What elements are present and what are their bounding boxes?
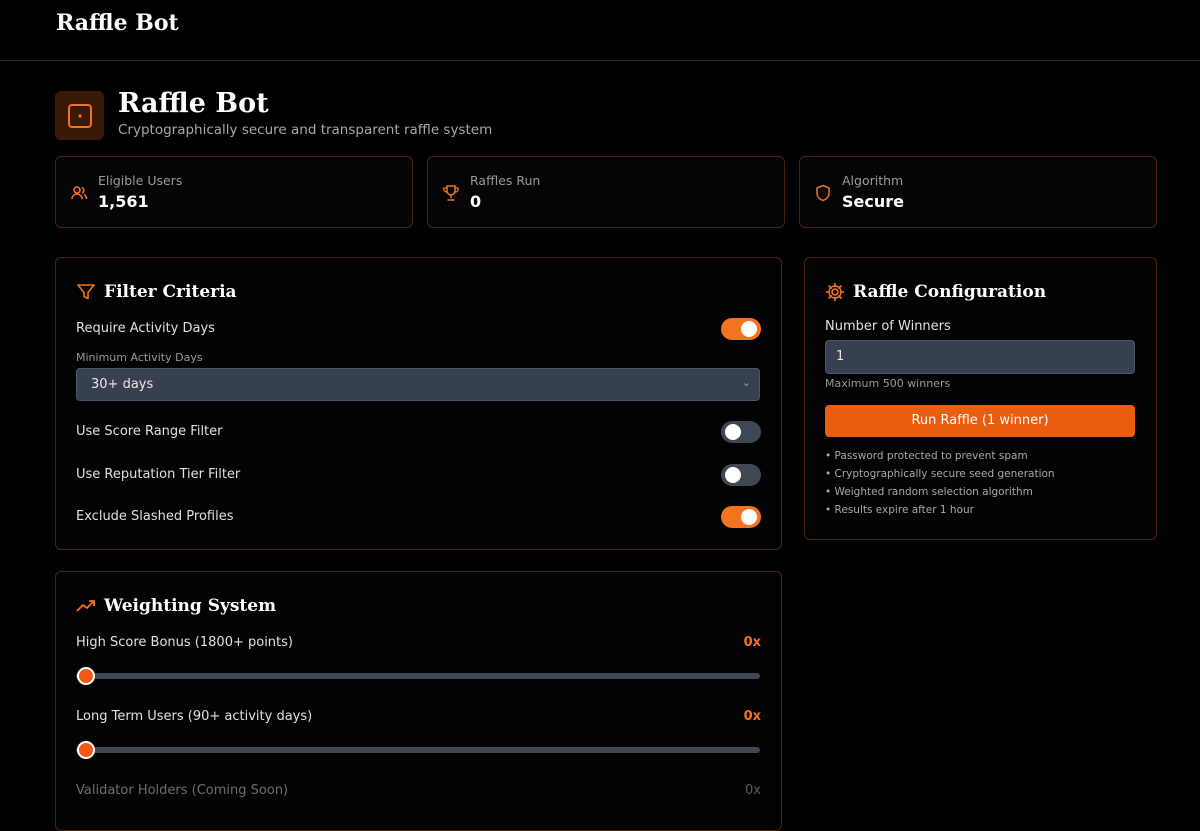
stat-label: Algorithm bbox=[842, 173, 904, 188]
filter-criteria-card: Filter Criteria Require Activity Days Mi… bbox=[55, 257, 782, 550]
stat-label: Eligible Users bbox=[98, 173, 183, 188]
reputation-tier-label: Use Reputation Tier Filter bbox=[76, 467, 241, 482]
raffle-notes-list: • Password protected to prevent spam • C… bbox=[825, 450, 1055, 522]
min-activity-label: Minimum Activity Days bbox=[76, 351, 203, 364]
toggle-knob bbox=[741, 321, 757, 337]
validator-holders-label: Validator Holders (Coming Soon) bbox=[76, 783, 289, 798]
raffle-configuration-title: Raffle Configuration bbox=[853, 282, 1047, 302]
validator-holders-value: 0x bbox=[745, 783, 761, 798]
score-range-label: Use Score Range Filter bbox=[76, 424, 223, 439]
list-item: • Results expire after 1 hour bbox=[825, 504, 974, 516]
min-activity-value: 30+ days bbox=[91, 377, 154, 392]
winners-label: Number of Winners bbox=[825, 319, 951, 334]
min-activity-select[interactable]: 30+ days ⌄ bbox=[76, 368, 760, 401]
toggle-knob bbox=[725, 467, 741, 483]
trending-up-icon bbox=[76, 600, 95, 612]
chevron-down-icon: ⌄ bbox=[741, 376, 751, 389]
dice-logo-icon bbox=[55, 91, 104, 140]
shield-icon bbox=[816, 184, 830, 202]
run-raffle-button[interactable]: Run Raffle (1 winner) bbox=[825, 405, 1135, 437]
list-item: • Weighted random selection algorithm bbox=[825, 486, 1033, 498]
stat-value: 1,561 bbox=[98, 192, 149, 211]
exclude-slashed-toggle[interactable] bbox=[721, 506, 761, 528]
toggle-knob bbox=[741, 509, 757, 525]
stat-raffles-run: Raffles Run 0 bbox=[427, 156, 785, 228]
reputation-tier-toggle[interactable] bbox=[721, 464, 761, 486]
slider-thumb[interactable] bbox=[77, 741, 95, 759]
page-subtitle: Cryptographically secure and transparent… bbox=[118, 122, 493, 138]
high-score-bonus-value: 0x bbox=[743, 635, 761, 650]
filter-criteria-title: Filter Criteria bbox=[104, 282, 237, 302]
winners-input[interactable]: 1 bbox=[825, 340, 1135, 374]
page-title: Raffle Bot bbox=[118, 88, 269, 119]
top-bar: Raffle Bot bbox=[0, 0, 1200, 61]
trophy-icon bbox=[443, 185, 459, 201]
long-term-users-value: 0x bbox=[743, 709, 761, 724]
require-activity-label: Require Activity Days bbox=[76, 321, 215, 336]
brand-title[interactable]: Raffle Bot bbox=[56, 10, 179, 36]
raffle-configuration-heading: Raffle Configuration bbox=[825, 282, 1046, 302]
stat-value: 0 bbox=[470, 192, 482, 211]
require-activity-toggle[interactable] bbox=[721, 318, 761, 340]
weighting-system-card: Weighting System High Score Bonus (1800+… bbox=[55, 571, 782, 831]
filter-criteria-heading: Filter Criteria bbox=[76, 282, 237, 302]
weighting-system-title: Weighting System bbox=[104, 596, 277, 616]
high-score-bonus-slider[interactable] bbox=[76, 673, 760, 679]
raffle-configuration-card: Raffle Configuration Number of Winners 1… bbox=[804, 257, 1157, 540]
stat-value: Secure bbox=[842, 192, 904, 211]
slider-thumb[interactable] bbox=[77, 667, 95, 685]
stat-algorithm: Algorithm Secure bbox=[799, 156, 1157, 228]
list-item: • Password protected to prevent spam bbox=[825, 450, 1028, 462]
stat-label: Raffles Run bbox=[470, 173, 541, 188]
users-icon bbox=[71, 186, 88, 200]
list-item: • Cryptographically secure seed generati… bbox=[825, 468, 1055, 480]
winners-hint: Maximum 500 winners bbox=[825, 377, 951, 390]
score-range-toggle[interactable] bbox=[721, 421, 761, 443]
stat-eligible-users: Eligible Users 1,561 bbox=[55, 156, 413, 228]
long-term-users-slider[interactable] bbox=[76, 747, 760, 753]
filter-icon bbox=[77, 284, 95, 300]
long-term-users-label: Long Term Users (90+ activity days) bbox=[76, 709, 313, 724]
exclude-slashed-label: Exclude Slashed Profiles bbox=[76, 509, 234, 524]
gear-icon bbox=[825, 282, 845, 302]
weighting-system-heading: Weighting System bbox=[76, 596, 276, 616]
high-score-bonus-label: High Score Bonus (1800+ points) bbox=[76, 635, 293, 650]
toggle-knob bbox=[725, 424, 741, 440]
